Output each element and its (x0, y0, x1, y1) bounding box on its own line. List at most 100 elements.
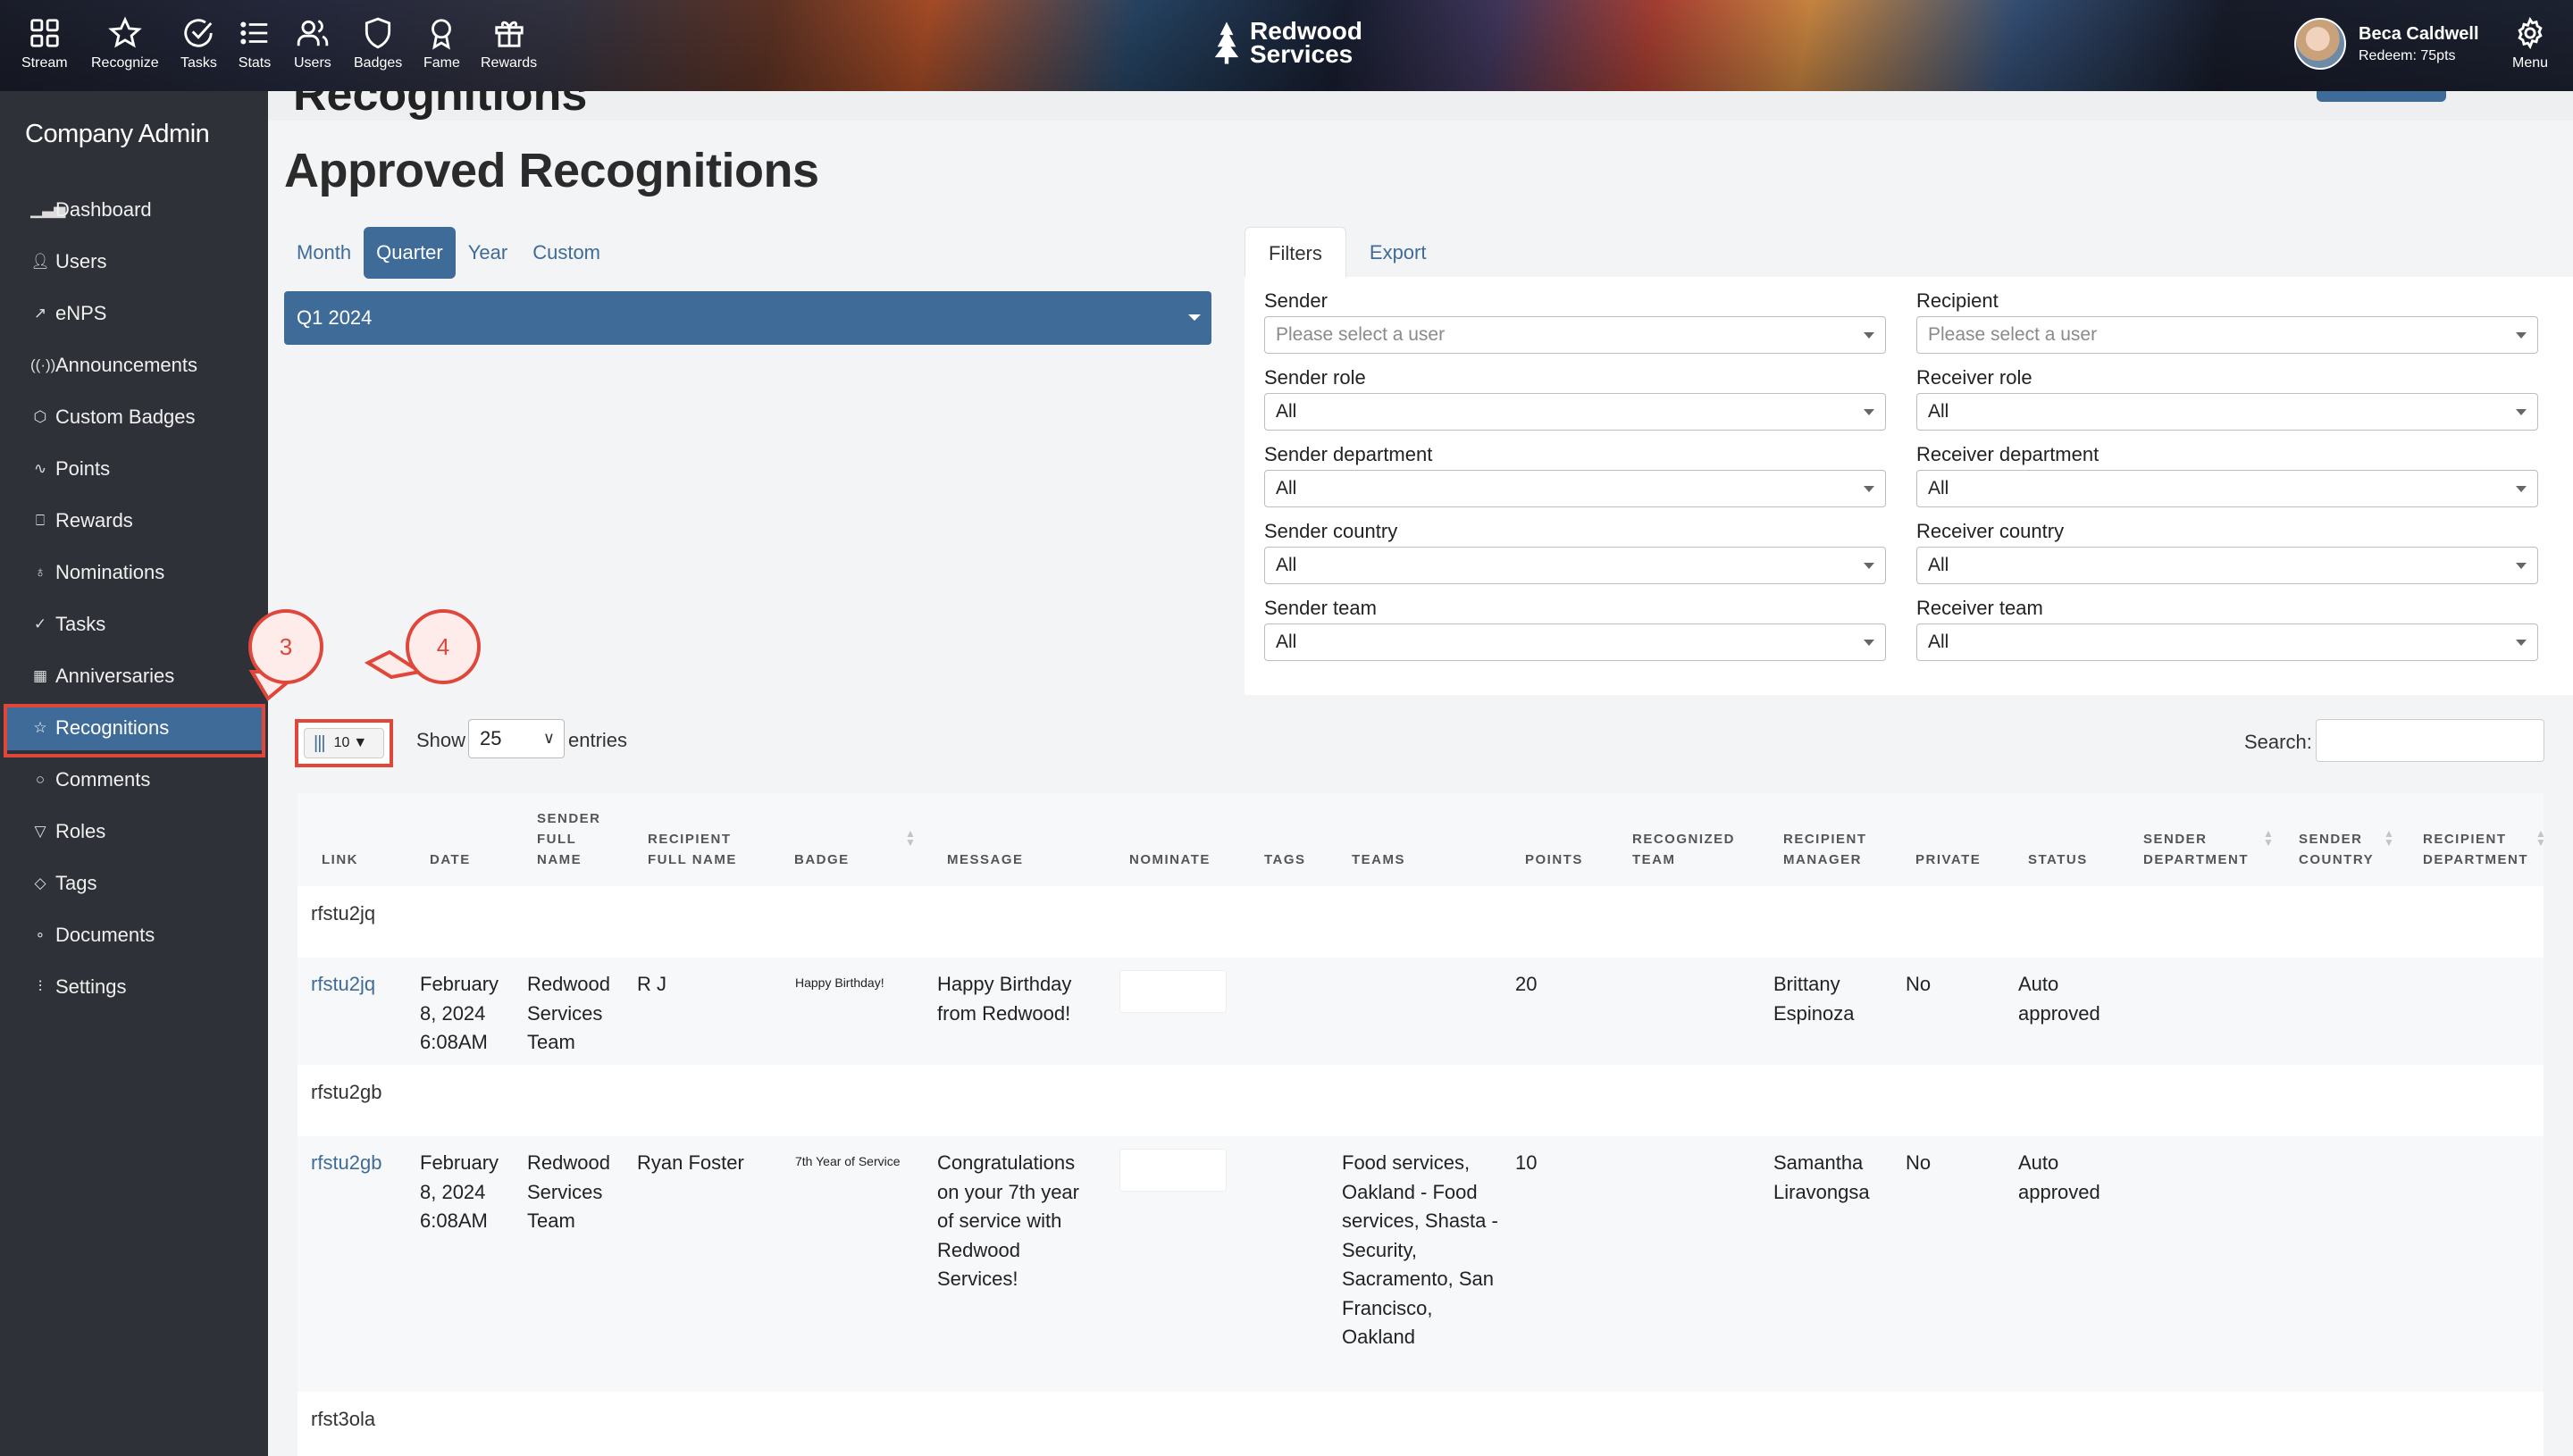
page-title: Approved Recognitions (284, 144, 819, 197)
recipient-select[interactable]: Please select a user (1916, 316, 2538, 354)
sender-country-select[interactable]: All (1264, 547, 1886, 584)
tab-month[interactable]: Month (284, 227, 364, 279)
col-nominate[interactable]: Nominate (1129, 849, 1211, 870)
shield-icon: ⬡ (33, 408, 47, 425)
col-sender-full-name[interactable]: Sender Full Name (537, 808, 608, 870)
sender-role-select[interactable]: All (1264, 393, 1886, 431)
col-sender-department[interactable]: Sender Department (2143, 829, 2259, 870)
col-recipient-full-name[interactable]: Recipient Full Name (648, 829, 746, 870)
tab-quarter[interactable]: Quarter (364, 227, 456, 279)
sidebar-item-announcements[interactable]: ((·)) Announcements (7, 343, 263, 388)
col-points[interactable]: Points (1525, 849, 1583, 870)
sidebar-item-custom-badges[interactable]: ⬡ Custom Badges (7, 395, 263, 439)
nav-rewards[interactable]: Rewards (481, 16, 537, 71)
sidebar-item-rewards[interactable]: ⎕ Rewards (7, 498, 263, 543)
sidebar-item-enps[interactable]: ↗ eNPS (7, 291, 263, 336)
col-link[interactable]: Link (322, 849, 358, 870)
chevron-down-icon: ∨ (542, 729, 555, 747)
bar-chart-icon: ▁▃▅ (30, 201, 66, 218)
nav-tasks[interactable]: Tasks (180, 16, 217, 71)
check-circle-icon (184, 19, 214, 47)
scrolled-header-button[interactable] (2317, 91, 2446, 102)
nav-badges[interactable]: Badges (354, 16, 402, 71)
row-link[interactable]: rfstu2gb (311, 1149, 382, 1178)
entries-label: entries (568, 729, 628, 751)
nominate-button[interactable] (1119, 970, 1227, 1013)
tab-filters[interactable]: Filters (1245, 227, 1346, 279)
sidebar-item-settings[interactable]: ⫶ Settings (7, 965, 263, 1009)
filter-recipient: Recipient Please select a user (1916, 289, 2538, 354)
col-recipient-department[interactable]: Recipient Department (2423, 829, 2539, 870)
nominate-button[interactable] (1119, 1149, 1227, 1192)
sidebar-item-label: Dashboard (55, 198, 152, 221)
sidebar-item-anniversaries[interactable]: ▦ Anniversaries (7, 654, 263, 699)
select-value: Please select a user (1276, 324, 1446, 345)
comment-icon: ○ (35, 771, 46, 788)
sidebar-item-tags[interactable]: ◇ Tags (7, 861, 263, 906)
sort-icon[interactable]: ▲ ▼ (2263, 828, 2274, 848)
user-points: Redeem: 75pts (2359, 47, 2456, 63)
col-private[interactable]: Private (1915, 849, 1981, 870)
brand-logo[interactable]: Redwood Services (1211, 19, 1362, 67)
col-tags[interactable]: Tags (1264, 849, 1306, 870)
sender-select[interactable]: Please select a user (1264, 316, 1886, 354)
sidebar-item-dashboard[interactable]: ▁▃▅ Dashboard (7, 188, 263, 232)
table-group-row: rfst3ola (298, 1392, 2544, 1456)
select-value: All (1276, 401, 1297, 422)
nav-stream[interactable]: Stream (21, 16, 68, 71)
col-recognized-team[interactable]: Recognized Team (1632, 829, 1748, 870)
nav-recognize[interactable]: Recognize (91, 16, 159, 71)
entries-per-page-select[interactable]: 25 ∨ (468, 719, 565, 758)
sender-team-select[interactable]: All (1264, 623, 1886, 661)
tab-custom[interactable]: Custom (520, 227, 613, 279)
col-badge[interactable]: Badge (794, 849, 850, 870)
sort-icon[interactable]: ▲ ▼ (2384, 828, 2394, 848)
row-recipient: R J (637, 973, 666, 995)
sidebar-item-label: Comments (55, 768, 151, 791)
sidebar-item-points[interactable]: ∿ Points (7, 447, 263, 491)
row-badge: Happy Birthday! (795, 975, 884, 990)
quarter-select[interactable]: Q1 2024 (284, 291, 1211, 345)
receiver-department-select[interactable]: All (1916, 470, 2538, 507)
column-visibility-button[interactable]: ||| 10 ▼ (304, 728, 384, 758)
user-icon: 👤︎ (30, 253, 50, 270)
col-recipient-manager[interactable]: Recipient Manager (1783, 829, 1882, 870)
sort-icon[interactable]: ▲ ▼ (905, 828, 916, 848)
columns-icon: ||| (314, 732, 326, 753)
sidebar-item-comments[interactable]: ○ Comments (7, 757, 263, 802)
sidebar-item-roles[interactable]: ▽ Roles (7, 809, 263, 854)
col-message[interactable]: Message (947, 849, 1024, 870)
nav-fame[interactable]: Fame (423, 16, 460, 71)
search-input[interactable] (2316, 719, 2544, 762)
table-group-row: rfstu2jq (298, 886, 2544, 958)
row-message: Congratulations on your 7th year of serv… (937, 1151, 1079, 1290)
entries-value: 25 (480, 727, 502, 749)
sender-department-select[interactable]: All (1264, 470, 1886, 507)
filter-label: Recipient (1916, 289, 1999, 312)
menu-button[interactable]: Menu (2512, 16, 2548, 71)
sort-icon[interactable]: ▲ ▼ (2535, 828, 2544, 848)
receiver-role-select[interactable]: All (1916, 393, 2538, 431)
row-link[interactable]: rfstu2jq (311, 970, 375, 1000)
sidebar-item-tasks[interactable]: ✓ Tasks (7, 602, 263, 647)
sidebar-item-documents[interactable]: ∘ Documents (7, 913, 263, 958)
user-profile[interactable]: Beca Caldwell Redeem: 75pts (2294, 18, 2479, 70)
nav-label: Rewards (481, 55, 538, 71)
col-date[interactable]: Date (430, 849, 471, 870)
top-nav-bar: Stream Recognize Tasks Stats Users Badge… (0, 0, 2573, 91)
nav-stats[interactable]: Stats (238, 16, 272, 71)
nav-users[interactable]: Users (294, 16, 331, 71)
receiver-team-select[interactable]: All (1916, 623, 2538, 661)
tab-export[interactable]: Export (1346, 227, 1450, 279)
col-teams[interactable]: Teams (1352, 849, 1405, 870)
chevron-down-icon (1864, 640, 1874, 646)
sidebar-item-nominations[interactable]: ♁ Nominations (7, 550, 263, 595)
receiver-country-select[interactable]: All (1916, 547, 2538, 584)
search-label: Search: (2244, 731, 2312, 753)
tab-year[interactable]: Year (456, 227, 520, 279)
chevron-down-icon (2516, 332, 2527, 339)
sidebar-item-users[interactable]: 👤︎ Users (7, 239, 263, 284)
col-status[interactable]: Status (2028, 849, 2088, 870)
col-sender-country[interactable]: Sender Country (2299, 829, 2388, 870)
row-sender: Redwood Services Team (527, 1151, 610, 1232)
